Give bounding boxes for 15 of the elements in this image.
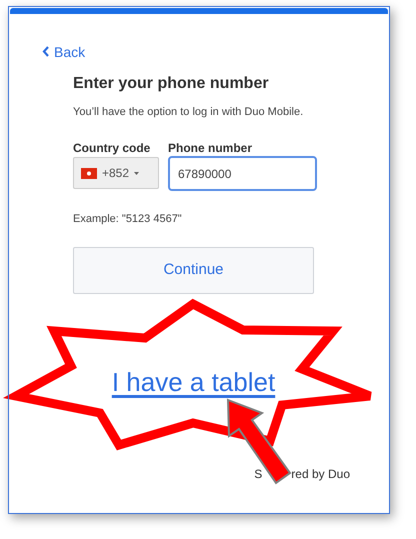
example-hint: Example: "5123 4567" — [73, 212, 183, 226]
phone-number-input[interactable]: 67890000 — [168, 156, 317, 191]
country-code-select[interactable]: +852 — [73, 157, 159, 189]
flag-icon — [81, 168, 97, 178]
tablet-link[interactable]: I have a tablet — [112, 367, 276, 397]
continue-button[interactable]: Continue — [73, 247, 314, 294]
footer-text: S — [254, 467, 262, 481]
field-label: Country code — [73, 141, 152, 155]
chevron-left-icon — [42, 46, 49, 57]
caret-icon — [134, 172, 140, 174]
footer-text: red by Duo — [291, 467, 350, 481]
page-title: Enter your phone number — [73, 74, 270, 94]
back-link[interactable]: Back — [42, 44, 86, 60]
field-label: Phone number — [168, 141, 254, 155]
subtitle: You’ll have the option to log in with Duo Mobile. — [73, 105, 304, 119]
